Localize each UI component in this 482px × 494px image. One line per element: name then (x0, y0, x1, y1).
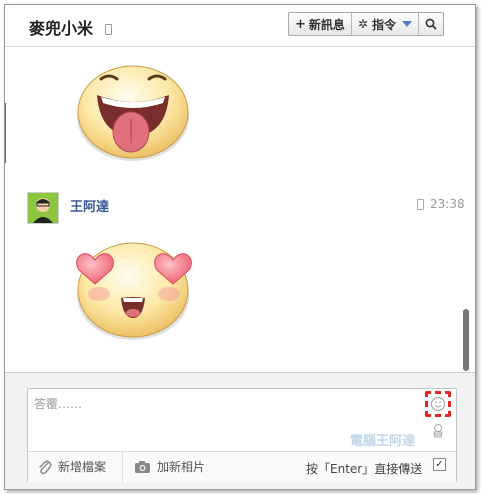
sticker-icon (433, 424, 443, 438)
emoji-button[interactable] (425, 391, 451, 417)
search-button[interactable] (419, 13, 443, 35)
smiley-icon (430, 396, 446, 412)
sidebar-edge (5, 103, 6, 163)
message-timestamp: 23:38 (417, 197, 465, 211)
sender-name[interactable]: 王阿達 (70, 196, 109, 215)
tongue-out-face-sticker (77, 65, 189, 161)
chevron-down-icon (402, 21, 412, 27)
paperclip-icon (39, 459, 52, 474)
scrollbar-thumb[interactable] (463, 309, 469, 371)
watermark: 電腦王阿達 (350, 434, 416, 449)
chat-title: 麥兜小米 (29, 15, 112, 39)
contact-name: 麥兜小米 (29, 19, 94, 38)
mobile-icon (417, 199, 424, 210)
message-list[interactable]: 王阿達 23:38 (5, 47, 475, 372)
camera-icon (135, 460, 150, 473)
enter-to-send-checkbox[interactable]: ✓ (433, 458, 446, 471)
header-actions: + 新訊息 ✲ 指令 (288, 12, 444, 36)
gear-icon: ✲ (357, 17, 368, 31)
toolbar-divider (122, 452, 123, 482)
commands-button[interactable]: ✲ 指令 (352, 13, 419, 35)
heart-eyes-face-sticker (76, 242, 192, 340)
new-message-button[interactable]: + 新訊息 (289, 13, 352, 35)
chat-header: 麥兜小米 + 新訊息 ✲ 指令 (5, 5, 475, 47)
mobile-icon (104, 24, 112, 35)
composer-toolbar: 新增檔案 加新相片 按「Enter」直接傳送 ✓ (28, 451, 456, 482)
enter-to-send-label: 按「Enter」直接傳送 (306, 462, 423, 476)
reply-placeholder: 答覆…… (34, 397, 83, 411)
add-photo-button[interactable]: 加新相片 (134, 458, 205, 475)
plus-icon: + (295, 16, 306, 32)
person-icon (28, 193, 58, 223)
search-icon (425, 18, 437, 30)
sticker-button[interactable] (432, 423, 444, 442)
add-file-button[interactable]: 新增檔案 (38, 458, 106, 475)
chat-window: 麥兜小米 + 新訊息 ✲ 指令 王阿達 23:38 答覆…… 新增檔案 加新相片… (4, 4, 476, 490)
sender-avatar[interactable] (27, 192, 59, 224)
